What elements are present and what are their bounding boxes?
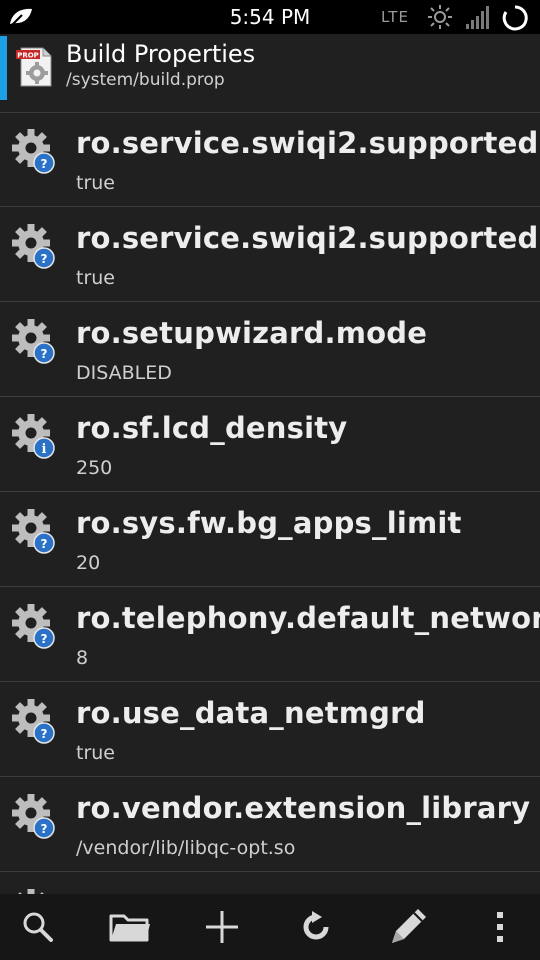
add-icon (206, 911, 238, 943)
refresh-button[interactable] (286, 894, 346, 960)
brightness-icon (428, 5, 452, 29)
property-name: ro.sys.fw.bg_apps_limit (76, 506, 462, 540)
property-row[interactable]: ? ro.use_data_netmgrdtrue (0, 682, 540, 777)
property-value: true (76, 267, 115, 289)
bottom-toolbar (0, 894, 540, 960)
folder-icon (109, 914, 150, 942)
svg-text:?: ? (41, 727, 48, 741)
svg-text:?: ? (41, 822, 48, 836)
property-row[interactable]: ? ro.setupwizard.mode DISABLED (0, 302, 540, 397)
property-value: 250 (76, 457, 113, 479)
property-row-partial[interactable]: ? (0, 872, 540, 894)
property-value: 8 (76, 647, 89, 669)
gear-question-icon: ? (11, 223, 59, 271)
search-icon (23, 912, 53, 942)
sync-icon (502, 5, 528, 31)
property-value: true (76, 742, 115, 764)
gear-question-icon: ? (11, 793, 59, 841)
status-time: 5:54 PM (229, 5, 311, 29)
gear-info-icon: i (11, 413, 59, 461)
overflow-menu-button[interactable] (470, 894, 530, 960)
svg-text:i: i (42, 442, 47, 457)
gear-question-icon: ? (11, 318, 59, 366)
property-value: true (76, 172, 115, 194)
edit-icon (392, 909, 426, 943)
property-name: ro.service.swiqi2.supported (76, 126, 539, 160)
property-name: ro.sf.lcd_density (76, 411, 348, 445)
prop-file-icon[interactable]: PROP (15, 45, 55, 89)
signal-icon (466, 6, 489, 29)
property-row[interactable]: ? ro.service.swiqi2.supported true (0, 207, 540, 302)
gear-question-icon: ? (11, 603, 59, 651)
svg-text:PROP: PROP (17, 52, 39, 60)
refresh-icon (303, 911, 329, 940)
property-name: ro.service.swiqi2.supported (76, 221, 539, 255)
header: PROP Build Properties /system/build.prop (0, 34, 540, 113)
property-value: /vendor/lib/libqc-opt.so (76, 837, 296, 859)
header-accent (0, 36, 7, 100)
svg-text:?: ? (41, 252, 48, 266)
folder-button[interactable] (100, 894, 160, 960)
property-row[interactable]: ? ro.telephony.default_network 8 (0, 587, 540, 682)
property-name: ro.vendor.extension_library (76, 791, 531, 825)
property-list[interactable]: ? ro.service.swiqi2.supported true? ro.serv… (0, 112, 540, 894)
svg-text:?: ? (41, 537, 48, 551)
svg-text:?: ? (41, 347, 48, 361)
status-bar: 5:54 PM LTE (0, 0, 540, 34)
page-title: Build Properties (66, 40, 256, 68)
overflow-menu-icon (497, 912, 503, 942)
edit-button[interactable] (378, 894, 438, 960)
gear-question-icon: ? (11, 698, 59, 746)
property-name: ro.telephony.default_network (76, 601, 540, 635)
property-name: ro.setupwizard.mode (76, 316, 428, 350)
gear-question-icon: ? (11, 128, 59, 176)
network-type: LTE (381, 8, 409, 26)
property-value: 20 (76, 552, 101, 574)
gear-question-icon: ? (11, 508, 59, 556)
property-row[interactable]: ? ro.vendor.extension_library/vendor/lib/… (0, 777, 540, 872)
property-value: DISABLED (76, 362, 172, 384)
add-button[interactable] (192, 894, 252, 960)
file-path: /system/build.prop (66, 70, 225, 90)
property-name: ro.use_data_netmgrd (76, 696, 426, 730)
svg-text:?: ? (41, 632, 48, 646)
svg-text:?: ? (41, 157, 48, 171)
property-row[interactable]: i ro.sf.lcd_density 250 (0, 397, 540, 492)
search-button[interactable] (8, 894, 68, 960)
property-row[interactable]: ? ro.sys.fw.bg_apps_limit 20 (0, 492, 540, 587)
property-row[interactable]: ? ro.service.swiqi2.supported true (0, 112, 540, 207)
